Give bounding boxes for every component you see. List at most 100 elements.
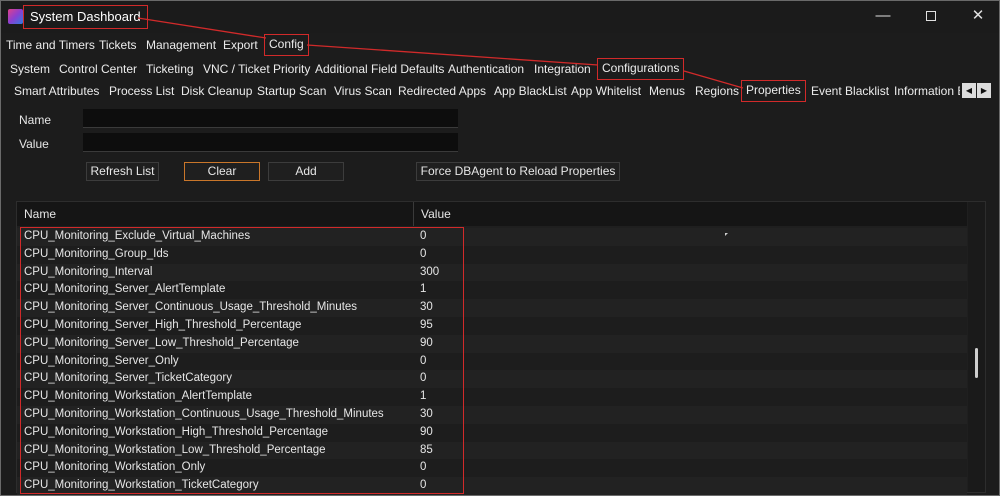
tab-additional-field-defaults[interactable]: Additional Field Defaults xyxy=(313,58,446,80)
table-row[interactable]: CPU_Monitoring_Workstation_TicketCategor… xyxy=(17,477,967,495)
grid-header: Name Value xyxy=(17,202,967,226)
property-name-cell: CPU_Monitoring_Interval xyxy=(24,265,153,278)
property-name-cell: CPU_Monitoring_Exclude_Virtual_Machines xyxy=(24,230,251,242)
tab-process-list[interactable]: Process List xyxy=(107,80,176,102)
tab-tickets[interactable]: Tickets xyxy=(97,34,139,56)
add-button[interactable]: Add xyxy=(268,162,344,181)
property-value-cell: 0 xyxy=(420,230,427,242)
table-row[interactable]: CPU_Monitoring_Server_Continuous_Usage_T… xyxy=(17,299,967,317)
name-label: Name xyxy=(19,113,52,127)
property-name-cell: CPU_Monitoring_Server_Only xyxy=(24,354,179,367)
table-row[interactable]: CPU_Monitoring_Interval 300 xyxy=(17,263,967,282)
property-name-cell: CPU_Monitoring_Group_Ids xyxy=(24,247,169,260)
tab-menus[interactable]: Menus xyxy=(647,80,687,102)
table-row[interactable]: CPU_Monitoring_Workstation_Only 0 xyxy=(17,459,967,478)
configurations-tab-bar: Smart Attributes Process List Disk Clean… xyxy=(1,80,999,102)
property-value-cell: 85 xyxy=(420,443,433,456)
refresh-list-button[interactable]: Refresh List xyxy=(86,162,159,181)
property-value-cell: 30 xyxy=(420,301,433,314)
tab-disk-cleanup[interactable]: Disk Cleanup xyxy=(179,80,254,102)
scrollbar-thumb[interactable] xyxy=(975,348,978,378)
property-name-cell: CPU_Monitoring_Workstation_Continuous_Us… xyxy=(24,408,384,420)
property-name-cell: CPU_Monitoring_Server_AlertTemplate xyxy=(24,283,226,296)
column-header-name[interactable]: Name xyxy=(17,202,414,226)
table-row[interactable]: CPU_Monitoring_Server_High_Threshold_Per… xyxy=(17,317,967,335)
scroll-left-icon[interactable]: ◀ xyxy=(962,83,976,98)
main-tab-bar: Time and Timers Tickets Management Expor… xyxy=(1,34,999,56)
table-row[interactable]: CPU_Monitoring_Exclude_Virtual_Machines 0 xyxy=(17,228,967,246)
property-value-cell: 95 xyxy=(420,319,433,331)
tab-management[interactable]: Management xyxy=(144,34,218,56)
property-value-cell: 90 xyxy=(420,336,433,349)
name-input[interactable] xyxy=(83,109,458,128)
app-window: System Dashboard — ✕ Time and Timers Tic… xyxy=(0,0,1000,496)
property-name-cell: CPU_Monitoring_Server_Continuous_Usage_T… xyxy=(24,301,358,314)
scroll-right-icon[interactable]: ▶ xyxy=(977,83,991,98)
title-bar: System Dashboard — ✕ xyxy=(1,1,999,33)
tab-information[interactable]: Information E xyxy=(892,80,960,102)
property-name-cell: CPU_Monitoring_Server_TicketCategory xyxy=(24,372,232,385)
property-name-cell: CPU_Monitoring_Server_Low_Threshold_Perc… xyxy=(24,336,299,349)
tab-control-center[interactable]: Control Center xyxy=(57,58,139,80)
maximize-button[interactable] xyxy=(911,5,951,27)
tab-system[interactable]: System xyxy=(8,58,52,80)
clear-button[interactable]: Clear xyxy=(184,162,260,181)
property-value-cell: 300 xyxy=(420,265,440,278)
tab-scroll-controls: ◀ ▶ xyxy=(962,82,992,98)
column-header-value[interactable]: Value xyxy=(414,202,967,226)
table-row[interactable]: CPU_Monitoring_Server_Only 0 xyxy=(17,352,967,371)
grid-scrollbar[interactable] xyxy=(968,202,985,492)
property-value-cell: 0 xyxy=(420,247,427,260)
tab-startup-scan[interactable]: Startup Scan xyxy=(255,80,328,102)
property-name-cell: CPU_Monitoring_Workstation_High_Threshol… xyxy=(24,425,329,438)
table-row[interactable]: CPU_Monitoring_Server_TicketCategory 0 xyxy=(17,370,967,389)
tab-app-blacklist[interactable]: App BlackList xyxy=(492,80,569,102)
properties-grid: Name Value CPU_Monitoring_Exclude_Virtua… xyxy=(16,201,986,495)
tab-time-and-timers[interactable]: Time and Timers xyxy=(4,34,97,56)
property-value-cell: 0 xyxy=(420,461,427,474)
tab-export[interactable]: Export xyxy=(221,34,260,56)
tab-regions[interactable]: Regions xyxy=(693,80,741,102)
tab-event-blacklist[interactable]: Event Blacklist xyxy=(809,80,891,102)
tab-virus-scan[interactable]: Virus Scan xyxy=(332,80,394,102)
table-row[interactable]: CPU_Monitoring_Workstation_High_Threshol… xyxy=(17,423,967,442)
value-input[interactable] xyxy=(83,133,458,152)
table-row[interactable]: CPU_Monitoring_Workstation_Continuous_Us… xyxy=(17,406,967,424)
close-button[interactable]: ✕ xyxy=(958,5,998,27)
tab-redirected-apps[interactable]: Redirected Apps xyxy=(396,80,488,102)
table-row[interactable]: CPU_Monitoring_Workstation_Low_Threshold… xyxy=(17,441,967,460)
property-value-cell: 30 xyxy=(420,408,433,420)
table-row[interactable]: CPU_Monitoring_Server_Low_Threshold_Perc… xyxy=(17,334,967,353)
value-label: Value xyxy=(19,137,49,151)
property-value-cell: 0 xyxy=(420,479,427,492)
property-value-cell: 90 xyxy=(420,425,433,438)
grid-body: CPU_Monitoring_Exclude_Virtual_Machines 0… xyxy=(17,228,967,495)
tab-configurations[interactable]: Configurations xyxy=(597,58,685,80)
tab-app-whitelist[interactable]: App Whitelist xyxy=(569,80,643,102)
property-name-cell: CPU_Monitoring_Workstation_TicketCategor… xyxy=(24,479,259,492)
tab-properties[interactable]: Properties xyxy=(741,80,806,102)
mouse-pointer-icon xyxy=(725,233,730,238)
table-row[interactable]: CPU_Monitoring_Server_AlertTemplate 1 xyxy=(17,281,967,300)
config-tab-bar: System Control Center Ticketing VNC / Ti… xyxy=(1,58,999,80)
app-logo-icon xyxy=(8,9,23,24)
property-name-cell: CPU_Monitoring_Workstation_Low_Threshold… xyxy=(24,443,326,456)
tab-vnc-ticket-priority[interactable]: VNC / Ticket Priority xyxy=(201,58,312,80)
property-name-cell: CPU_Monitoring_Workstation_AlertTemplate xyxy=(24,390,252,403)
property-name-cell: CPU_Monitoring_Workstation_Only xyxy=(24,461,206,474)
tab-ticketing[interactable]: Ticketing xyxy=(144,58,196,80)
table-row[interactable]: CPU_Monitoring_Workstation_AlertTemplate… xyxy=(17,388,967,406)
property-value-cell: 1 xyxy=(420,390,427,403)
maximize-icon xyxy=(926,11,936,22)
tab-config[interactable]: Config xyxy=(264,34,309,56)
tab-smart-attributes[interactable]: Smart Attributes xyxy=(12,80,101,102)
tab-authentication[interactable]: Authentication xyxy=(446,58,526,80)
property-value-cell: 0 xyxy=(420,372,427,385)
tab-integration[interactable]: Integration xyxy=(532,58,593,80)
force-reload-button[interactable]: Force DBAgent to Reload Properties xyxy=(416,162,620,181)
table-row[interactable]: CPU_Monitoring_Group_Ids 0 xyxy=(17,245,967,264)
property-value-cell: 1 xyxy=(420,283,427,296)
property-name-cell: CPU_Monitoring_Server_High_Threshold_Per… xyxy=(24,319,302,331)
minimize-button[interactable]: — xyxy=(863,5,903,27)
window-title: System Dashboard xyxy=(23,5,148,29)
